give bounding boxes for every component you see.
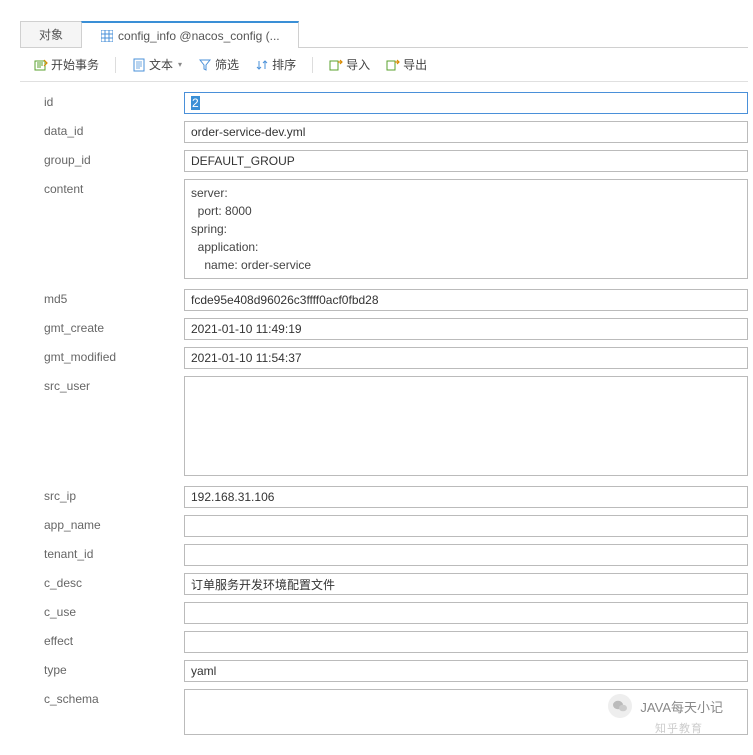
id-value: 2 <box>191 96 200 110</box>
field-label-data-id: data_id <box>44 121 184 138</box>
field-label-gmt-create: gmt_create <box>44 318 184 335</box>
md5-field[interactable] <box>184 289 748 311</box>
sort-icon <box>255 58 269 72</box>
field-label-c-desc: c_desc <box>44 573 184 590</box>
tenant-id-field[interactable] <box>184 544 748 566</box>
record-form: id 2 data_id group_id content server: po… <box>20 82 748 755</box>
gmt-modified-field[interactable] <box>184 347 748 369</box>
tab-config-info[interactable]: config_info @nacos_config (... <box>81 21 299 48</box>
c-desc-field[interactable] <box>184 573 748 595</box>
tab-label: config_info @nacos_config (... <box>118 29 280 43</box>
toolbar-label: 文本 <box>149 56 173 73</box>
document-icon <box>132 58 146 72</box>
type-field[interactable] <box>184 660 748 682</box>
text-dropdown[interactable]: 文本 <box>128 54 186 75</box>
toolbar-label: 排序 <box>272 56 296 73</box>
toolbar-label: 开始事务 <box>51 56 99 73</box>
filter-icon <box>198 58 212 72</box>
transaction-icon <box>34 58 48 72</box>
field-label-app-name: app_name <box>44 515 184 532</box>
content-field[interactable]: server: port: 8000 spring: application: … <box>184 179 748 279</box>
toolbar-label: 导出 <box>403 56 427 73</box>
table-icon <box>100 29 114 43</box>
field-label-md5: md5 <box>44 289 184 306</box>
app-name-field[interactable] <box>184 515 748 537</box>
import-button[interactable]: 导入 <box>325 54 374 75</box>
c-use-field[interactable] <box>184 602 748 624</box>
filter-button[interactable]: 筛选 <box>194 54 243 75</box>
id-field[interactable]: 2 <box>184 92 748 114</box>
data-id-field[interactable] <box>184 121 748 143</box>
watermark: JAVA每天小记 <box>608 694 723 718</box>
src-ip-field[interactable] <box>184 486 748 508</box>
toolbar-label: 导入 <box>346 56 370 73</box>
tab-label: 对象 <box>39 26 63 43</box>
field-label-type: type <box>44 660 184 677</box>
watermark-text: JAVA每天小记 <box>640 697 723 716</box>
export-button[interactable]: 导出 <box>382 54 431 75</box>
separator <box>115 57 116 73</box>
field-label-content: content <box>44 179 184 196</box>
field-label-id: id <box>44 92 184 109</box>
field-label-src-ip: src_ip <box>44 486 184 503</box>
watermark-sub: 知乎教育 <box>655 720 703 736</box>
tab-objects[interactable]: 对象 <box>20 21 82 47</box>
field-label-gmt-modified: gmt_modified <box>44 347 184 364</box>
toolbar-label: 筛选 <box>215 56 239 73</box>
toolbar: 开始事务 文本 筛选 排序 导入 <box>20 48 748 82</box>
group-id-field[interactable] <box>184 150 748 172</box>
sort-button[interactable]: 排序 <box>251 54 300 75</box>
tab-bar: 对象 config_info @nacos_config (... <box>20 20 748 48</box>
export-icon <box>386 58 400 72</box>
field-label-group-id: group_id <box>44 150 184 167</box>
import-icon <box>329 58 343 72</box>
wechat-icon <box>608 694 632 718</box>
field-label-effect: effect <box>44 631 184 648</box>
gmt-create-field[interactable] <box>184 318 748 340</box>
field-label-c-use: c_use <box>44 602 184 619</box>
field-label-tenant-id: tenant_id <box>44 544 184 561</box>
field-label-src-user: src_user <box>44 376 184 393</box>
effect-field[interactable] <box>184 631 748 653</box>
src-user-field[interactable] <box>184 376 748 476</box>
field-label-c-schema: c_schema <box>44 689 184 706</box>
separator <box>312 57 313 73</box>
start-transaction-button[interactable]: 开始事务 <box>30 54 103 75</box>
